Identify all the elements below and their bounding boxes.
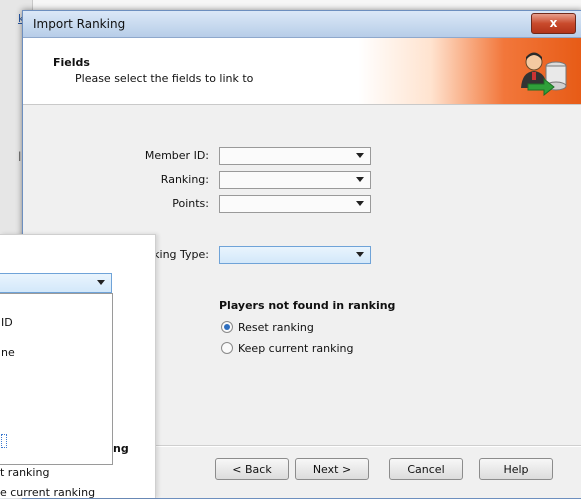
help-button[interactable]: Help bbox=[479, 458, 553, 480]
ranking-combo[interactable] bbox=[219, 171, 371, 189]
points-combo[interactable] bbox=[219, 195, 371, 213]
overlay-radio-fragment: t ranking bbox=[0, 466, 50, 479]
next-button[interactable]: Next > bbox=[295, 458, 369, 480]
overlay-ranking-type-combo[interactable] bbox=[0, 273, 112, 293]
radio-unselected-icon bbox=[221, 342, 233, 354]
header-title: Fields bbox=[53, 56, 90, 69]
close-icon: x bbox=[549, 16, 558, 30]
header-subtitle: Please select the fields to link to bbox=[75, 72, 254, 85]
window-title: Import Ranking bbox=[33, 17, 126, 31]
user-database-import-icon bbox=[521, 52, 567, 96]
member-id-combo[interactable] bbox=[219, 147, 371, 165]
keep-current-ranking-label: Keep current ranking bbox=[238, 342, 354, 355]
member-id-label: Member ID: bbox=[144, 149, 209, 162]
overlay-section-fragment: ng bbox=[113, 442, 129, 455]
reset-ranking-label: Reset ranking bbox=[238, 321, 314, 334]
ranking-type-combo[interactable] bbox=[219, 246, 371, 264]
chevron-down-icon bbox=[97, 280, 105, 285]
overlay-radio-fragment: e current ranking bbox=[0, 486, 96, 499]
chevron-down-icon bbox=[356, 153, 364, 158]
keep-current-ranking-radio[interactable]: Keep current ranking bbox=[221, 342, 353, 355]
players-not-found-heading: Players not found in ranking bbox=[219, 299, 396, 312]
dropdown-list[interactable]: ID ne bbox=[0, 293, 113, 465]
dropdown-item[interactable]: ID bbox=[1, 316, 13, 329]
radio-selected-icon bbox=[221, 321, 233, 333]
back-button[interactable]: < Back bbox=[215, 458, 289, 480]
cancel-button[interactable]: Cancel bbox=[389, 458, 463, 480]
chevron-down-icon bbox=[356, 177, 364, 182]
zoomed-dropdown-overlay: ID ne ng t ranking e current ranking bbox=[0, 234, 156, 499]
ranking-label: Ranking: bbox=[160, 173, 209, 186]
wizard-header: Fields Please select the fields to link … bbox=[23, 38, 581, 105]
reset-ranking-radio[interactable]: Reset ranking bbox=[221, 321, 314, 334]
points-label: Points: bbox=[172, 197, 209, 210]
dropdown-item[interactable]: ne bbox=[1, 346, 15, 359]
close-button[interactable]: x bbox=[531, 13, 576, 34]
focus-indicator bbox=[1, 434, 7, 448]
chevron-down-icon bbox=[356, 252, 364, 257]
chevron-down-icon bbox=[356, 201, 364, 206]
title-bar[interactable]: Import Ranking x bbox=[23, 11, 581, 38]
